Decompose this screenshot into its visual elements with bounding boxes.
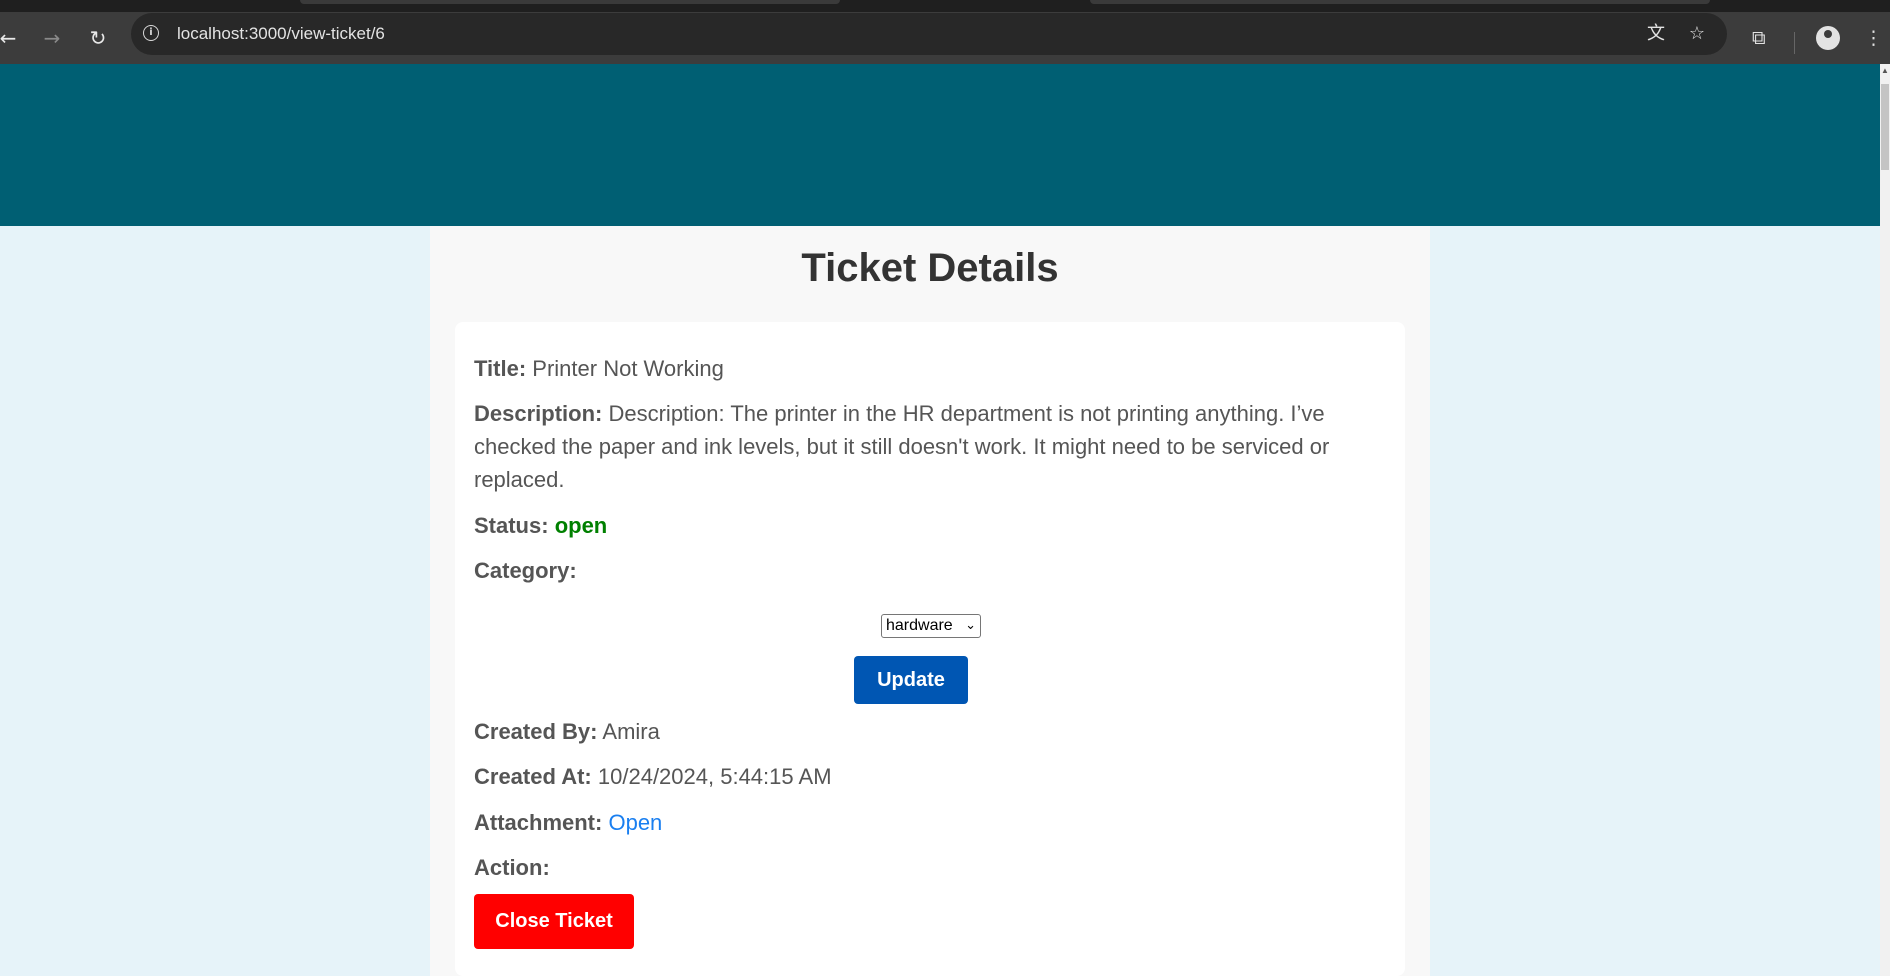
scroll-up-icon[interactable]: ▲ — [1881, 66, 1889, 75]
browser-tab[interactable] — [1090, 0, 1710, 4]
created-by-row: Created By: Amira — [474, 715, 1374, 748]
title-value: Printer Not Working — [532, 356, 724, 381]
description-row: Description: Description: The printer in… — [474, 397, 1374, 496]
forward-icon[interactable]: → — [40, 26, 64, 50]
page-header-band — [0, 64, 1880, 226]
action-row: Action: — [474, 851, 1374, 884]
attachment-label: Attachment: — [474, 810, 603, 835]
created-at-row: Created At: 10/24/2024, 5:44:15 AM — [474, 760, 1374, 793]
attachment-row: Attachment: Open — [474, 806, 1374, 839]
browser-toolbar: ← → ↻ i localhost:3000/view-ticket/6 文 ☆… — [0, 12, 1890, 64]
page-title: Ticket Details — [801, 246, 1059, 290]
site-info-icon[interactable]: i — [143, 25, 159, 41]
category-row: Category: — [474, 554, 1374, 587]
created-by-value: Amira — [602, 719, 660, 744]
attachment-open-link[interactable]: Open — [608, 810, 662, 835]
back-icon[interactable]: ← — [0, 26, 20, 50]
reload-icon[interactable]: ↻ — [86, 26, 110, 50]
description-value: Description: The printer in the HR depar… — [474, 401, 1330, 492]
title-row: Title: Printer Not Working — [474, 352, 1374, 385]
toolbar-separator — [1794, 32, 1795, 54]
status-label: Status: — [474, 513, 549, 538]
menu-kebab-icon[interactable]: ⋮ — [1864, 26, 1883, 50]
translate-icon[interactable]: 文 — [1645, 23, 1667, 45]
update-button[interactable]: Update — [854, 656, 968, 704]
status-row: Status: open — [474, 509, 1374, 542]
created-by-label: Created By: — [474, 719, 598, 744]
scrollbar-thumb[interactable] — [1881, 84, 1889, 170]
browser-tab[interactable] — [300, 0, 840, 4]
ticket-card: Ticket Details Title: Printer Not Workin… — [430, 226, 1430, 976]
created-at-value: 10/24/2024, 5:44:15 AM — [597, 764, 832, 789]
created-at-label: Created At: — [474, 764, 592, 789]
category-selected-value: hardware — [886, 617, 953, 634]
action-label: Action: — [474, 855, 550, 880]
extensions-icon[interactable]: ⧉ — [1752, 26, 1766, 50]
status-value: open — [554, 513, 608, 538]
category-select[interactable]: hardware ⌄ — [881, 614, 981, 638]
ticket-details-panel: Title: Printer Not Working Description: … — [455, 322, 1405, 976]
browser-tab-strip — [0, 0, 1890, 12]
category-label: Category: — [474, 558, 577, 583]
bookmark-star-icon[interactable]: ☆ — [1686, 23, 1708, 45]
close-ticket-button[interactable]: Close Ticket — [474, 894, 634, 949]
profile-avatar-icon[interactable] — [1816, 26, 1840, 50]
description-label: Description: — [474, 401, 603, 426]
page-scrollbar[interactable]: ▲ — [1880, 64, 1890, 976]
address-bar[interactable]: i localhost:3000/view-ticket/6 文 ☆ — [131, 13, 1727, 55]
title-label: Title: — [474, 356, 527, 381]
url-text[interactable]: localhost:3000/view-ticket/6 — [177, 24, 385, 44]
chevron-down-icon: ⌄ — [965, 618, 976, 633]
